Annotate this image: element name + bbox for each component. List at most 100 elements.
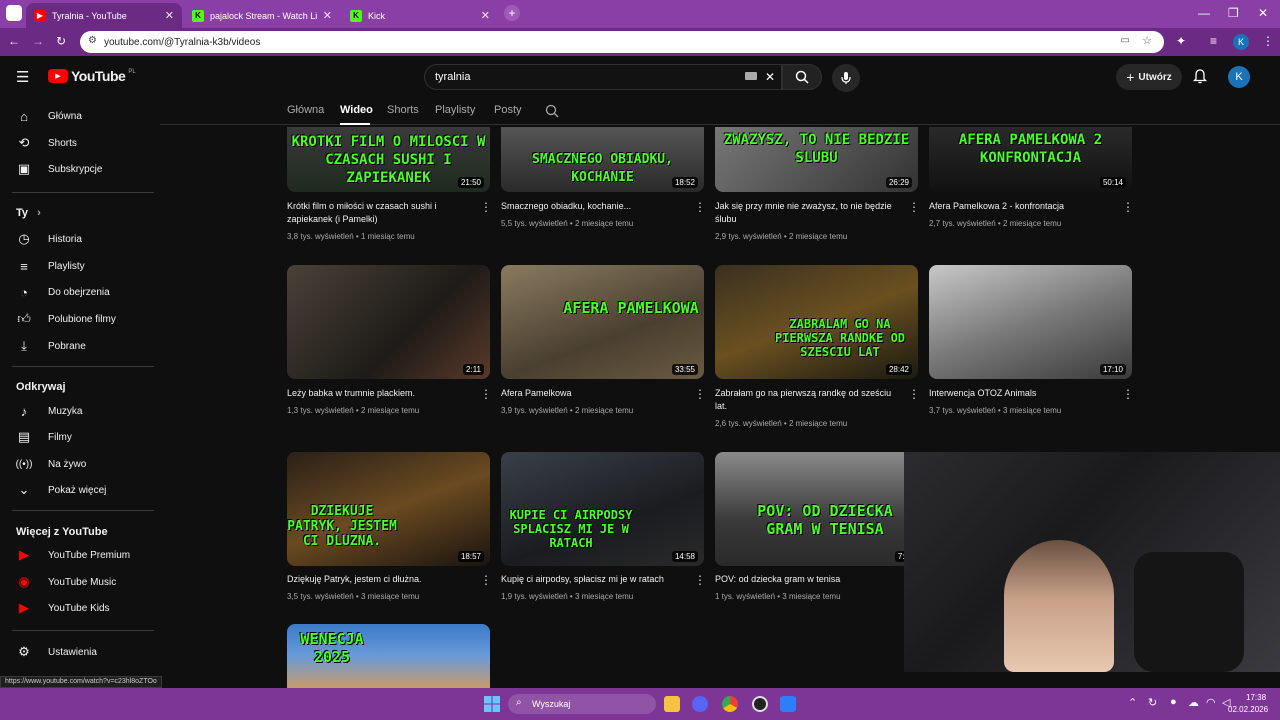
video-menu-kebab-icon[interactable]: ⋮ <box>694 387 706 401</box>
close-window-icon[interactable]: ✕ <box>1258 6 1268 20</box>
you-section-heading[interactable]: Ty › <box>16 207 41 219</box>
clock-date[interactable]: 02.02.2026 <box>1228 705 1268 714</box>
video-title[interactable]: POV: od dziecka gram w tenisa <box>715 573 905 586</box>
video-menu-kebab-icon[interactable]: ⋮ <box>480 200 492 214</box>
video-thumbnail[interactable]: KROTKI FILM O MILOSCI W CZASACH SUSHI I … <box>287 127 490 192</box>
taskbar-search[interactable]: ⌕ Wyszukaj <box>508 694 656 714</box>
profile-avatar[interactable]: K <box>1233 34 1249 50</box>
reload-icon[interactable]: ↻ <box>56 34 66 48</box>
video-title[interactable]: Dziękuję Patryk, jestem ci dłużna. <box>287 573 467 586</box>
video-thumbnail[interactable]: POV: OD DZIECKA GRAM W TENISA 7:5 <box>715 452 918 566</box>
video-menu-kebab-icon[interactable]: ⋮ <box>908 387 920 401</box>
chrome-icon[interactable] <box>722 696 738 712</box>
tray-mic-icon[interactable]: ● <box>1170 696 1177 708</box>
tab-youtube[interactable]: ▶ Tyralnia - YouTube ✕ <box>26 3 182 28</box>
sidebar-item-films[interactable]: ▤ Filmy <box>0 424 155 450</box>
tray-sync-icon[interactable]: ↻ <box>1148 696 1157 709</box>
video-thumbnail[interactable]: WENECJA 2025 <box>287 624 490 688</box>
close-tab-icon[interactable]: ✕ <box>165 9 174 22</box>
windows-start-icon[interactable] <box>484 696 500 712</box>
app-icon[interactable] <box>780 696 796 712</box>
account-avatar[interactable]: K <box>1228 66 1250 88</box>
create-button[interactable]: + Utwórz <box>1116 64 1182 90</box>
sidebar-item-downloads[interactable]: ⤓ Pobrane <box>0 333 155 359</box>
tab-playlists[interactable]: Playlisty <box>435 104 475 116</box>
youtube-logo[interactable]: ▶ YouTube PL <box>48 68 136 84</box>
video-menu-kebab-icon[interactable]: ⋮ <box>694 200 706 214</box>
sidebar-item-music[interactable]: ♪ Muzyka <box>0 398 155 424</box>
tab-shorts[interactable]: Shorts <box>387 104 419 116</box>
tray-cloud-icon[interactable]: ☁ <box>1188 696 1199 709</box>
video-thumbnail[interactable]: AFERA PAMELKOWA 33:55 <box>501 265 704 379</box>
sidebar-item-watch-later[interactable]: ◔ Do obejrzenia <box>0 279 155 305</box>
tab-pajalock[interactable]: K pajalock Stream - Watch Live o ✕ <box>184 3 340 28</box>
file-explorer-icon[interactable] <box>664 696 680 712</box>
video-title[interactable]: Leży babka w trumnie plackiem. <box>287 387 467 400</box>
video-title[interactable]: Jak się przy mnie nie zważysz, to nie bę… <box>715 200 905 226</box>
wifi-icon[interactable]: ◠ <box>1206 696 1216 709</box>
video-menu-kebab-icon[interactable]: ⋮ <box>1122 387 1134 401</box>
browser-menu-icon[interactable] <box>6 5 22 21</box>
tab-videos[interactable]: Wideo <box>340 104 373 116</box>
video-menu-kebab-icon[interactable]: ⋮ <box>908 200 920 214</box>
video-menu-kebab-icon[interactable]: ⋮ <box>480 387 492 401</box>
video-title[interactable]: Zabrałam go na pierwszą randkę od sześci… <box>715 387 905 413</box>
sidebar-item-history[interactable]: ◷ Historia <box>0 226 155 252</box>
video-thumbnail[interactable]: DZIEKUJE PATRYK, JESTEM CI DLUZNA. 18:57 <box>287 452 490 566</box>
reading-list-icon[interactable]: ≡ <box>1210 34 1217 48</box>
video-thumbnail[interactable]: ZABRALAM GO NA PIERWSZA RANDKE OD SZESCI… <box>715 265 918 379</box>
sidebar-item-youtube-music[interactable]: ◉ YouTube Music <box>0 569 155 595</box>
search-input[interactable]: tyralnia ✕ <box>424 64 782 90</box>
discord-icon[interactable] <box>692 696 708 712</box>
sidebar-item-youtube-kids[interactable]: ▶ YouTube Kids <box>0 595 155 621</box>
tab-kick[interactable]: K Kick ✕ <box>342 3 498 28</box>
video-menu-kebab-icon[interactable]: ⋮ <box>480 573 492 587</box>
clock-time[interactable]: 17:38 <box>1246 693 1266 702</box>
restore-icon[interactable]: ❐ <box>1228 6 1239 20</box>
sidebar-item-home[interactable]: ⌂ Główna <box>0 103 155 129</box>
bookmark-star-icon[interactable]: ☆ <box>1142 34 1152 47</box>
video-title[interactable]: Afera Pamelkowa <box>501 387 681 400</box>
video-thumbnail[interactable]: 17:10 <box>929 265 1132 379</box>
cast-icon[interactable]: ▭ <box>1121 35 1130 46</box>
notifications-bell-icon[interactable] <box>1192 68 1208 84</box>
sidebar-item-show-more[interactable]: ⌄ Pokaż więcej <box>0 477 155 503</box>
voice-search-button[interactable] <box>832 64 860 92</box>
sidebar-item-youtube-premium[interactable]: ▶ YouTube Premium <box>0 542 155 568</box>
video-menu-kebab-icon[interactable]: ⋮ <box>694 573 706 587</box>
close-tab-icon[interactable]: ✕ <box>323 9 332 22</box>
sidebar-item-subscriptions[interactable]: ▣ Subskrypcje <box>0 156 155 182</box>
video-title[interactable]: Smacznego obiadku, kochanie... <box>501 200 681 213</box>
browser-menu-kebab-icon[interactable]: ⋮ <box>1262 34 1274 48</box>
minimize-icon[interactable]: — <box>1198 6 1210 20</box>
address-bar[interactable]: ⚙ youtube.com/@Tyralnia-k3b/videos ▭ ☆ <box>80 31 1164 53</box>
sidebar-item-settings[interactable]: ⚙ Ustawienia <box>0 639 155 665</box>
video-thumbnail[interactable]: 2:11 <box>287 265 490 379</box>
video-title[interactable]: Krótki film o miłości w czasach sushi i … <box>287 200 467 226</box>
back-icon[interactable]: ← <box>8 34 20 48</box>
search-button[interactable] <box>782 64 822 90</box>
video-menu-kebab-icon[interactable]: ⋮ <box>1122 200 1134 214</box>
site-info-icon[interactable]: ⚙ <box>88 35 97 46</box>
forward-icon[interactable]: → <box>32 34 44 48</box>
new-tab-button[interactable]: + <box>504 5 520 21</box>
keyboard-icon[interactable] <box>745 72 757 80</box>
sidebar-item-playlists[interactable]: ≡ Playlisty <box>0 253 155 279</box>
sidebar-item-liked[interactable]: 👍︎ Polubione filmy <box>0 306 155 332</box>
extensions-icon[interactable]: ✦ <box>1176 34 1186 48</box>
hamburger-menu-icon[interactable]: ☰ <box>16 68 29 86</box>
sidebar-item-live[interactable]: ((•)) Na żywo <box>0 451 155 477</box>
video-title[interactable]: Kupię ci airpodsy, spłacisz mi je w rata… <box>501 573 691 586</box>
video-title[interactable]: Afera Pamelkowa 2 - konfrontacja <box>929 200 1119 213</box>
video-thumbnail[interactable]: KUPIE CI AIRPODSY SPLACISZ MI JE W RATAC… <box>501 452 704 566</box>
tab-posts[interactable]: Posty <box>494 104 522 116</box>
tab-home[interactable]: Główna <box>287 104 324 116</box>
clear-search-icon[interactable]: ✕ <box>765 70 775 84</box>
tray-chevron-up-icon[interactable]: ⌃ <box>1128 696 1137 709</box>
video-thumbnail[interactable]: ZWAZYSZ, TO NIE BEDZIE SLUBU 26:29 <box>715 127 918 192</box>
channel-search-icon[interactable] <box>545 104 559 118</box>
video-title[interactable]: Interwencja OTOZ Animals <box>929 387 1119 400</box>
obs-icon[interactable] <box>752 696 768 712</box>
video-thumbnail[interactable]: SMACZNEGO OBIADKU, KOCHANIE 18:52 <box>501 127 704 192</box>
video-thumbnail[interactable]: AFERA PAMELKOWA 2 KONFRONTACJA 50:14 <box>929 127 1132 192</box>
